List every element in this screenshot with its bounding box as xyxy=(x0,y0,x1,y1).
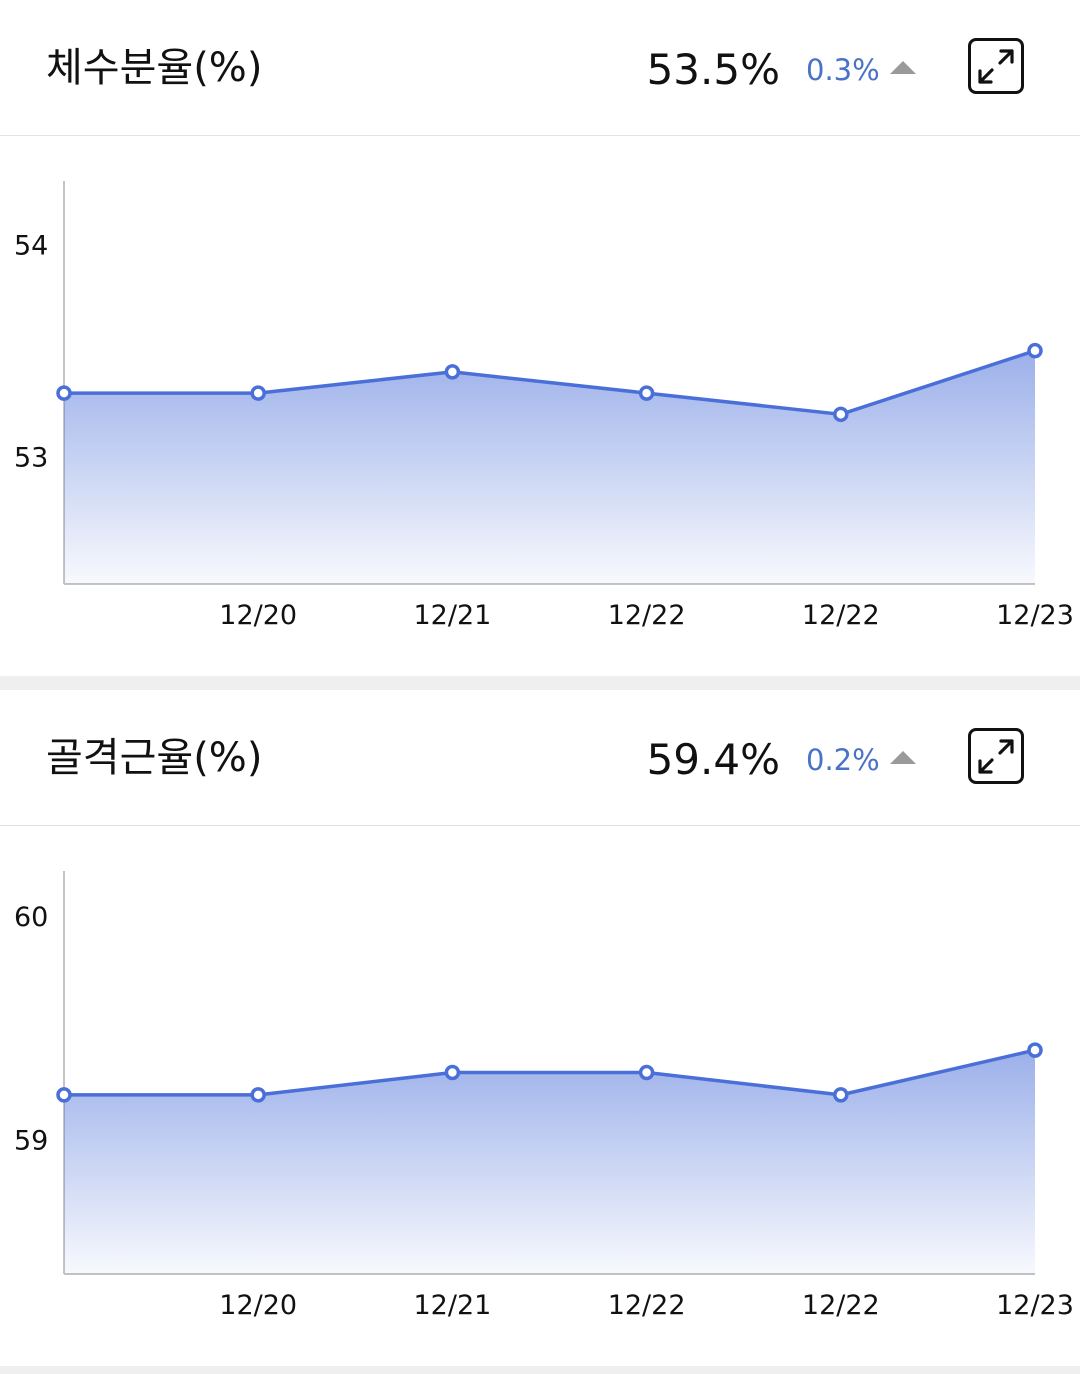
expand-button[interactable] xyxy=(968,38,1024,94)
x-tick-label: 12/22 xyxy=(608,600,686,631)
x-tick-label: 12/21 xyxy=(413,1290,491,1321)
data-point xyxy=(56,1087,72,1103)
y-tick-label: 54 xyxy=(14,231,48,262)
body-water-chart: 54 53 12/20 12/21 12/22 12/22 12/23 xyxy=(0,136,1080,676)
data-point xyxy=(1027,342,1043,359)
metric-delta: 0.2% xyxy=(806,743,880,777)
data-point xyxy=(833,406,849,423)
data-point xyxy=(833,1087,849,1103)
line-chart: 60 59 12/20 12/21 12/22 12/22 12/23 xyxy=(14,871,1074,1321)
data-point xyxy=(56,385,72,401)
metric-delta: 0.3% xyxy=(806,53,880,87)
series-area xyxy=(64,350,1035,584)
x-tick-label: 12/23 xyxy=(996,1290,1074,1321)
metric-value: 53.5% xyxy=(646,45,780,94)
body-water-card: 체수분율(%) 53.5% 0.3% 54 53 12/20 12/21 12/22 12… xyxy=(0,0,1080,676)
metric-value: 59.4% xyxy=(646,735,780,784)
data-point xyxy=(1027,1042,1043,1058)
expand-button[interactable] xyxy=(968,728,1024,784)
y-tick-label: 53 xyxy=(14,443,48,474)
card-header: 체수분율(%) 53.5% 0.3% xyxy=(0,0,1080,136)
x-tick-label: 12/22 xyxy=(802,1290,880,1321)
data-point xyxy=(250,385,266,401)
y-tick-label: 60 xyxy=(14,902,48,933)
card-header: 골격근율(%) 59.4% 0.2% xyxy=(0,690,1080,826)
skeletal-muscle-card: 골격근율(%) 59.4% 0.2% 60 59 12/20 12/21 12/22 12… xyxy=(0,690,1080,1366)
x-tick-label: 12/22 xyxy=(802,600,880,631)
x-tick-label: 12/22 xyxy=(608,1290,686,1321)
delta-up-arrow-icon xyxy=(890,751,916,764)
skeletal-muscle-chart: 60 59 12/20 12/21 12/22 12/22 12/23 xyxy=(0,826,1080,1366)
x-tick-label: 12/21 xyxy=(413,600,491,631)
data-point xyxy=(444,1064,461,1081)
expand-arrows-icon xyxy=(978,739,1014,774)
y-tick-label: 59 xyxy=(14,1126,48,1157)
data-point xyxy=(638,1064,655,1081)
x-tick-label: 12/20 xyxy=(219,1290,297,1321)
metric-title: 체수분율(%) xyxy=(46,45,263,91)
data-point xyxy=(638,385,655,401)
metric-title: 골격근율(%) xyxy=(46,735,263,781)
data-point xyxy=(444,364,461,380)
line-chart: 54 53 12/20 12/21 12/22 12/22 12/23 xyxy=(14,181,1074,631)
x-tick-label: 12/23 xyxy=(996,600,1074,631)
x-tick-label: 12/20 xyxy=(219,600,297,631)
data-point xyxy=(250,1087,266,1103)
delta-up-arrow-icon xyxy=(890,61,916,74)
expand-arrows-icon xyxy=(978,49,1014,84)
